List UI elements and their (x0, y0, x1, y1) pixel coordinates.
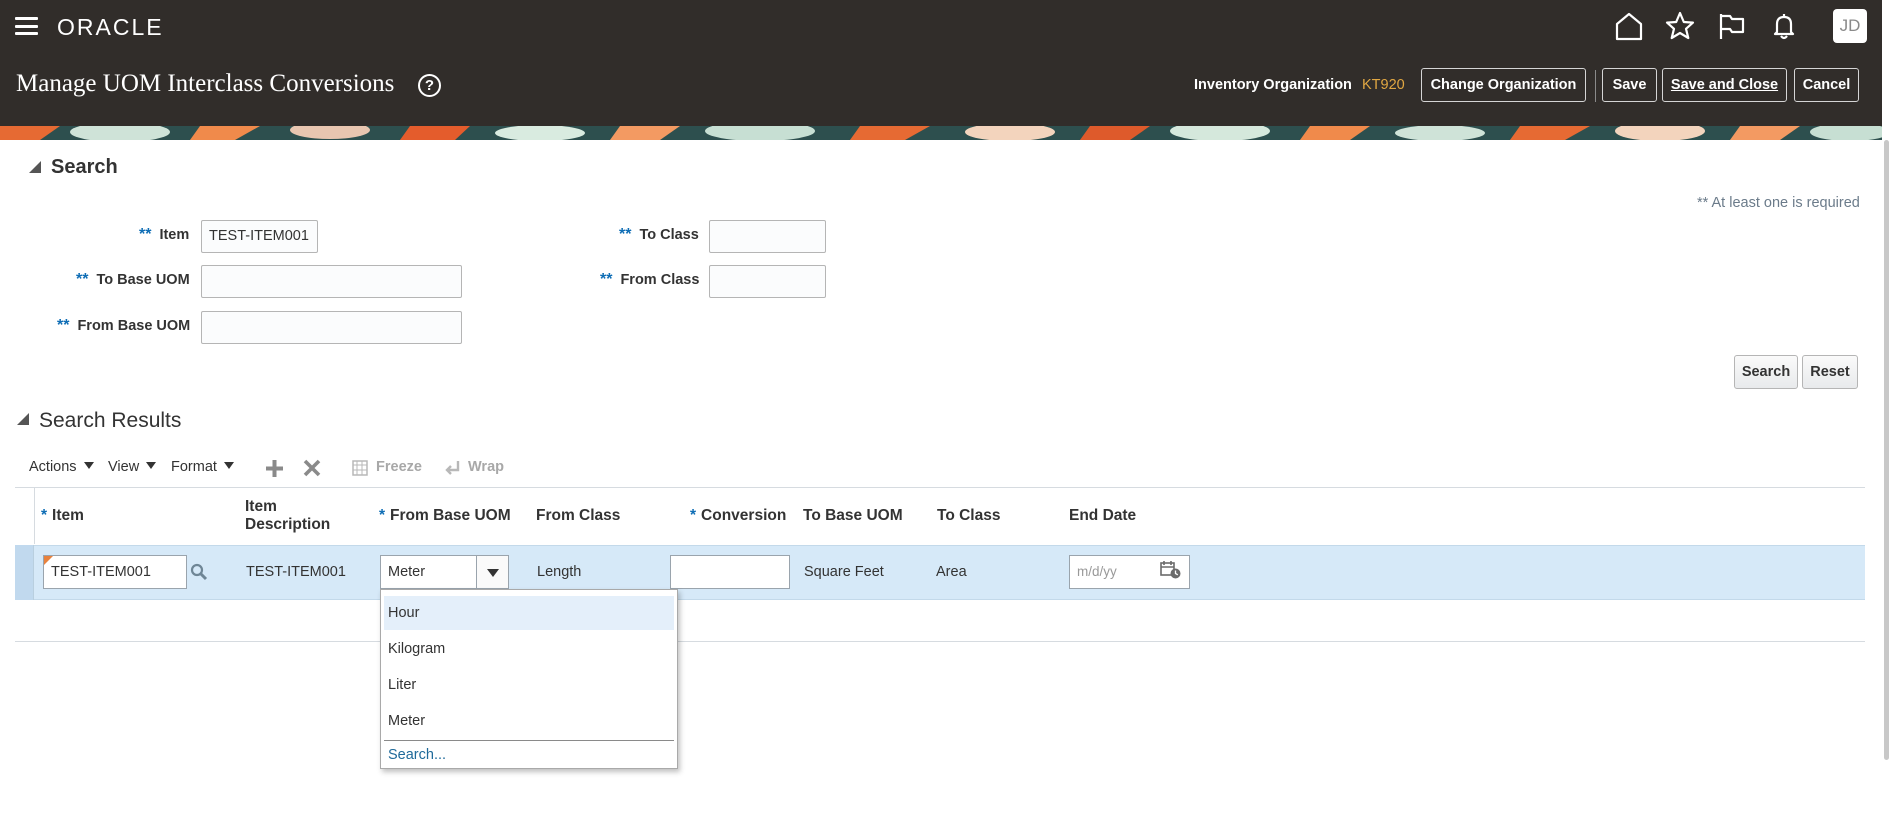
dropdown-divider (384, 740, 674, 741)
row-item-description: TEST-ITEM001 (246, 564, 346, 580)
header-button-divider (1595, 70, 1596, 102)
from-base-uom-label: ** From Base UOM (57, 317, 191, 334)
search-section-title: Search (51, 156, 118, 178)
column-header-item-description[interactable]: Item Description (245, 498, 330, 534)
notifications-bell-icon[interactable] (1768, 10, 1800, 42)
dropdown-search-link[interactable]: Search... (388, 747, 446, 763)
hamburger-menu-icon[interactable] (15, 17, 38, 35)
search-results-title: Search Results (39, 409, 182, 432)
column-header-end-date[interactable]: End Date (1069, 507, 1136, 525)
chevron-down-icon (487, 569, 499, 577)
dropdown-option-liter[interactable]: Liter (384, 668, 674, 702)
row-from-class: Length (537, 564, 582, 580)
add-row-icon[interactable] (265, 459, 284, 478)
changed-row-indicator-icon (44, 556, 53, 565)
results-collapse-toggle-icon[interactable] (17, 413, 29, 425)
row-item-input[interactable]: TEST-ITEM001 (43, 555, 187, 589)
row-to-class: Area (936, 564, 967, 580)
item-search-icon[interactable] (190, 563, 208, 581)
help-icon[interactable]: ? (418, 74, 441, 97)
save-button[interactable]: Save (1602, 68, 1657, 102)
from-class-input[interactable] (709, 265, 826, 298)
column-header-from-class[interactable]: From Class (536, 507, 620, 525)
required-marker: * (690, 507, 697, 524)
dropdown-option-meter[interactable]: Meter (384, 704, 674, 738)
dropdown-option-hour[interactable]: Hour (384, 596, 674, 630)
column-header-item[interactable]: * Item (41, 507, 84, 525)
cancel-button[interactable]: Cancel (1794, 68, 1859, 102)
required-marker: ** (57, 317, 70, 334)
row-selector[interactable] (15, 545, 34, 600)
wrap-button[interactable]: Wrap (468, 459, 504, 475)
row-to-base-uom: Square Feet (804, 564, 884, 580)
view-menu[interactable]: View (108, 459, 157, 475)
chevron-down-icon (223, 462, 234, 469)
required-marker: * (379, 507, 386, 524)
to-base-uom-input[interactable] (201, 265, 462, 298)
inventory-organization-value: KT920 (1362, 77, 1405, 93)
inventory-organization-label: Inventory Organization (1194, 77, 1352, 93)
column-header-from-base-uom[interactable]: * From Base UOM (379, 507, 511, 525)
required-marker: * (41, 507, 48, 524)
required-marker: ** (600, 271, 613, 288)
from-base-uom-dropdown-button[interactable] (476, 556, 508, 588)
chevron-down-icon (146, 462, 157, 469)
from-class-label: ** From Class (600, 271, 700, 288)
required-fields-note: ** At least one is required (1697, 195, 1860, 211)
from-base-uom-input[interactable] (201, 311, 462, 344)
chevron-down-icon (83, 462, 94, 469)
freeze-button[interactable]: Freeze (376, 459, 422, 475)
oracle-logo: ORACLE (57, 14, 164, 40)
search-collapse-toggle-icon[interactable] (29, 161, 41, 173)
to-class-label: ** To Class (619, 226, 699, 243)
column-header-to-base-uom[interactable]: To Base UOM (803, 507, 903, 525)
conversion-input[interactable] (670, 555, 790, 589)
home-icon[interactable] (1613, 10, 1645, 42)
change-organization-button[interactable]: Change Organization (1421, 68, 1586, 102)
table-top-border (15, 487, 1865, 488)
calendar-icon[interactable] (1160, 560, 1182, 580)
item-search-input[interactable]: TEST-ITEM001 (201, 220, 318, 253)
table-bottom-border (15, 641, 1865, 642)
delete-row-icon[interactable] (303, 459, 321, 477)
dropdown-option-kilogram[interactable]: Kilogram (384, 632, 674, 666)
reset-button[interactable]: Reset (1802, 355, 1858, 389)
user-avatar[interactable]: JD (1833, 9, 1867, 43)
vertical-scrollbar-thumb[interactable] (1884, 140, 1889, 760)
from-base-uom-dropdown-list: Hour Kilogram Liter Meter Search... (380, 589, 678, 769)
required-marker: ** (76, 271, 89, 288)
watchlist-flag-icon[interactable] (1716, 10, 1748, 42)
column-header-conversion[interactable]: * Conversion (690, 507, 786, 525)
column-header-to-class[interactable]: To Class (937, 507, 1000, 525)
page-title: Manage UOM Interclass Conversions (16, 70, 395, 97)
table-row-header-column (15, 488, 35, 544)
item-label: ** Item (139, 226, 190, 243)
required-marker: ** (139, 226, 152, 243)
to-base-uom-label: ** To Base UOM (76, 271, 190, 288)
favorites-star-icon[interactable] (1664, 10, 1696, 42)
freeze-icon (352, 460, 368, 476)
format-menu[interactable]: Format (171, 459, 234, 475)
to-class-input[interactable] (709, 220, 826, 253)
decorative-banner (0, 126, 1882, 140)
search-button[interactable]: Search (1734, 355, 1798, 389)
global-header: ORACLE JD (0, 0, 1891, 52)
required-marker: ** (619, 226, 632, 243)
save-and-close-button[interactable]: Save and Close (1662, 68, 1787, 102)
actions-menu[interactable]: Actions (29, 459, 94, 475)
wrap-icon (445, 461, 460, 475)
